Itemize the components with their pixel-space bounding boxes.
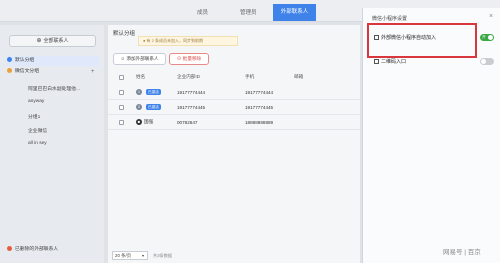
row-checkbox[interactable] [119, 90, 124, 95]
total-count: 共3条数据 [153, 253, 173, 258]
info-icon: ● [143, 38, 146, 43]
table-row[interactable]: 1 已激活 19177774444 19177774444 [108, 86, 360, 100]
contact-phone: 19177774445 [245, 105, 274, 110]
sidebar-item[interactable]: all in sey [28, 141, 47, 146]
add-icon[interactable]: + [91, 67, 95, 77]
contact-id: 00782647 [177, 120, 198, 125]
contact-phone: 18888888889 [245, 120, 274, 125]
auto-join-toggle[interactable]: 开 [480, 34, 494, 41]
sidebar-item[interactable]: anyway [28, 99, 44, 104]
close-icon[interactable]: × [489, 13, 493, 20]
row-checkbox[interactable] [119, 105, 124, 110]
panel-title: 微信小程序设置 [372, 16, 408, 22]
column-header[interactable]: 手机 [245, 74, 254, 80]
users-icon: ⊕ [36, 38, 42, 44]
toggle-knob [481, 59, 486, 64]
add-contact-button[interactable]: ☺ 添加外部联系人 [113, 53, 166, 65]
bulk-remove-button[interactable]: ⊖ 批量移除 [169, 53, 209, 65]
option-qrcode-entry: 二维码入口 [374, 58, 406, 65]
tab-external-contacts[interactable]: 外部联系人 [273, 4, 316, 21]
table-row[interactable]: 2 已激活 19177774445 19177774445 [108, 101, 360, 115]
folder-icon [7, 57, 12, 63]
column-header[interactable]: 邮箱 [294, 74, 303, 80]
row-checkbox[interactable] [119, 120, 124, 125]
deleted-contacts-link[interactable]: 已删除的外部联系人 [7, 245, 58, 252]
status-badge: 已激活 [146, 104, 161, 110]
settings-panel: 微信小程序设置 × 外部微信小程序自动加入 开 二维码入口 [362, 8, 500, 263]
chevron-down-icon: ▾ [142, 253, 145, 258]
sidebar-item-default-group[interactable]: 默认分组 [7, 56, 99, 66]
avatar: ■ [136, 119, 142, 125]
sidebar: ⊕ 全部联系人 默认分组 微信文分组 + 阿里巴巴白水副处理他... anyway… [0, 25, 104, 263]
contact-name: 2 已激活 [136, 104, 161, 110]
tab-members[interactable]: 成员 [197, 8, 208, 16]
contact-name: 1 已激活 [136, 89, 161, 95]
qrcode-toggle[interactable] [480, 58, 494, 65]
watermark: 网易号 | 百京 [443, 249, 481, 256]
contact-id: 19177774444 [177, 90, 206, 95]
checkbox-icon[interactable] [374, 59, 379, 65]
user-add-icon: ☺ [120, 56, 126, 61]
contact-phone: 19177774444 [245, 90, 274, 95]
contact-name: ■ 国强 [136, 119, 154, 125]
notice-banner: ● 有 2 条成员未加入，同步到前期 [138, 36, 238, 46]
folder-icon [7, 68, 12, 74]
sidebar-item[interactable]: 分组1 [28, 113, 40, 120]
table-row[interactable]: ■ 国强 00782647 18888888889 [108, 116, 360, 130]
trash-icon [7, 246, 12, 252]
checkbox-icon[interactable] [374, 35, 379, 41]
page-size-select[interactable]: 20 条/页 ▾ [112, 251, 148, 260]
delete-icon: ⊖ [176, 56, 182, 61]
column-header[interactable]: 企业内部ID [177, 74, 200, 80]
option-auto-join: 外部微信小程序自动加入 [374, 34, 436, 41]
tab-admins[interactable]: 管理员 [240, 8, 257, 16]
all-contacts-button[interactable]: ⊕ 全部联系人 [9, 35, 96, 47]
toggle-knob [488, 35, 493, 40]
column-header[interactable]: 姓名 [136, 74, 145, 80]
sidebar-item-wechat-group[interactable]: 微信文分组 + [7, 67, 99, 77]
status-badge: 已激活 [146, 89, 161, 95]
sidebar-item[interactable]: 企业微信 [28, 127, 47, 134]
contact-id: 19177774445 [177, 105, 206, 110]
select-all-checkbox[interactable] [119, 75, 124, 80]
main-content: 默认分组 ● 有 2 条成员未加入，同步到前期 ☺ 添加外部联系人 ⊖ 批量移除… [108, 25, 360, 263]
page-title: 默认分组 [113, 31, 136, 37]
sidebar-item[interactable]: 阿里巴巴白水副处理他... [28, 85, 80, 92]
